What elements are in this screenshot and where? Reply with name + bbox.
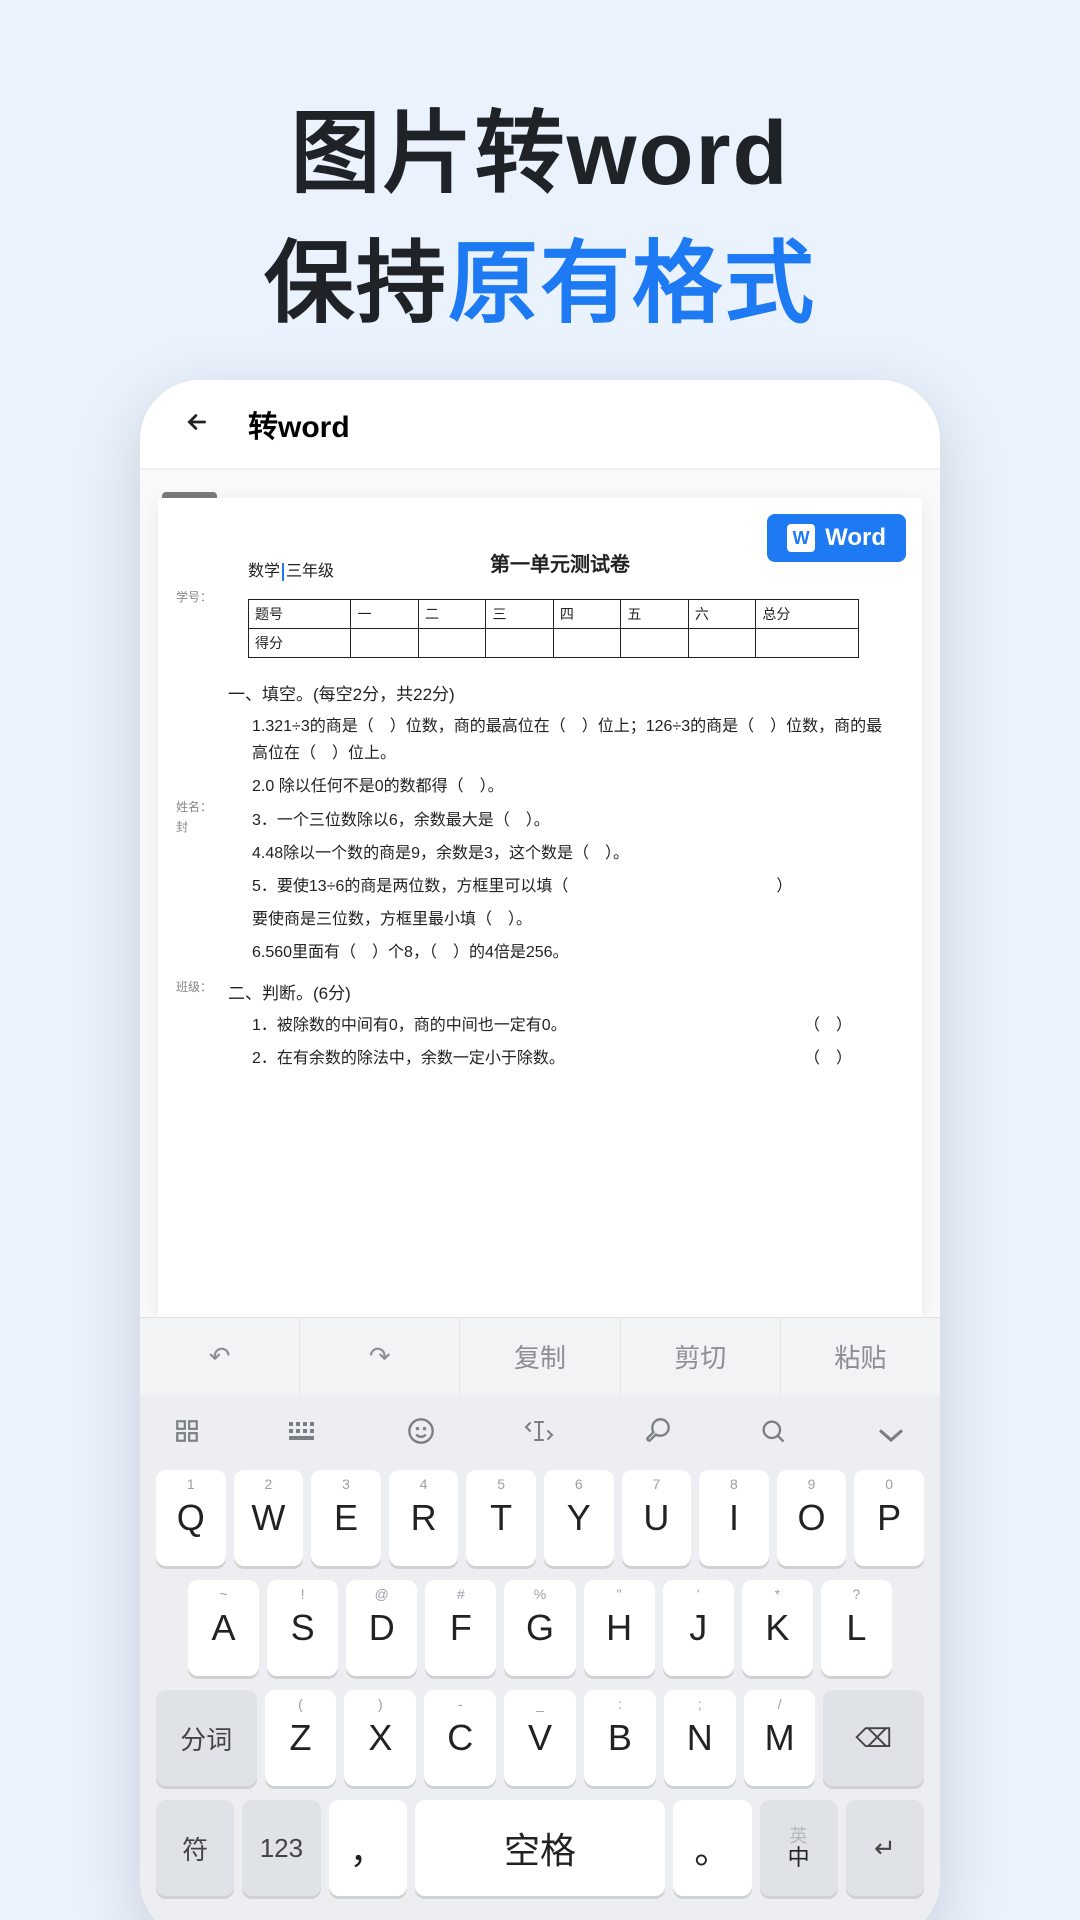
question-line[interactable]: 6.560里面有（ ）个8，（ ）的4倍是256。 xyxy=(252,939,892,966)
question-line[interactable]: 2．在有余数的除法中，余数一定小于除数。（ ） xyxy=(252,1045,892,1072)
keyboard-toolbar xyxy=(148,1405,932,1470)
kb-apps-icon[interactable] xyxy=(174,1418,200,1451)
key-u[interactable]: 7U xyxy=(622,1470,692,1566)
key-e[interactable]: 3E xyxy=(311,1470,381,1566)
question-line[interactable]: 5．要使13÷6的商是两位数，方框里可以填（ ） xyxy=(252,873,892,900)
side-label-class: 班级： xyxy=(176,978,212,995)
side-label-id: 学号： xyxy=(176,588,212,605)
phone-mockup: 转word 1/1 W Word 学号： 姓名： 封 班级： 第一单元测试卷 数… xyxy=(140,380,940,1920)
kb-search-icon[interactable] xyxy=(759,1417,787,1452)
document-area[interactable]: 1/1 W Word 学号： 姓名： 封 班级： 第一单元测试卷 数学三年级 题… xyxy=(140,470,940,1317)
key-d[interactable]: @D xyxy=(346,1580,417,1676)
table-row: 得分 xyxy=(249,629,859,658)
key-z[interactable]: (Z xyxy=(265,1690,337,1786)
kb-collapse-icon[interactable] xyxy=(876,1419,906,1451)
key-o[interactable]: 9O xyxy=(777,1470,847,1566)
hero-line1: 图片转word xyxy=(291,104,790,204)
side-label-name: 姓名： xyxy=(176,798,212,815)
key-f[interactable]: #F xyxy=(425,1580,496,1676)
question-line[interactable]: 2.0 除以任何不是0的数都得（ ）。 xyxy=(252,773,892,800)
key-l[interactable]: ?L xyxy=(821,1580,892,1676)
key-c[interactable]: -C xyxy=(424,1690,496,1786)
kb-layout-icon[interactable] xyxy=(289,1419,319,1451)
key-123[interactable]: 123 xyxy=(242,1800,320,1896)
key-i[interactable]: 8I xyxy=(699,1470,769,1566)
question-line[interactable]: 1．被除数的中间有0，商的中间也一定有0。（ ） xyxy=(252,1012,892,1039)
page-title: 转word xyxy=(248,402,350,446)
table-row: 题号一二三四五六总分 xyxy=(249,600,859,629)
key-v[interactable]: _V xyxy=(504,1690,576,1786)
key-。[interactable]: 。 xyxy=(673,1800,751,1896)
key-，[interactable]: ， xyxy=(329,1800,407,1896)
question-line[interactable]: 1.321÷3的商是（ ）位数，商的最高位在（ ）位上；126÷3的商是（ ）位… xyxy=(252,713,892,767)
undo-button[interactable]: ↶ xyxy=(140,1318,300,1395)
hero-line2b: 原有格式 xyxy=(448,234,816,334)
key-y[interactable]: 6Y xyxy=(544,1470,614,1566)
back-button[interactable] xyxy=(170,397,224,452)
question-line[interactable]: 要使商是三位数，方框里最小填（ ）。 xyxy=(252,906,892,933)
edit-toolbar: ↶ ↷ 复制 剪切 粘贴 xyxy=(140,1317,940,1395)
cut-button[interactable]: 剪切 xyxy=(621,1318,781,1395)
key-g[interactable]: %G xyxy=(504,1580,575,1676)
kb-cursor-icon[interactable] xyxy=(524,1418,554,1451)
key-lang[interactable]: 英中 xyxy=(760,1800,838,1896)
copy-button[interactable]: 复制 xyxy=(460,1318,620,1395)
paste-button[interactable]: 粘贴 xyxy=(781,1318,940,1395)
app-bar: 转word xyxy=(140,380,940,470)
kb-voice-icon[interactable] xyxy=(643,1417,671,1452)
key-w[interactable]: 2W xyxy=(234,1470,304,1566)
key-x[interactable]: )X xyxy=(344,1690,416,1786)
key-j[interactable]: 'J xyxy=(663,1580,734,1676)
question-line[interactable]: 4.48除以一个数的商是9，余数是3，这个数是（ ）。 xyxy=(252,840,892,867)
key-p[interactable]: 0P xyxy=(854,1470,924,1566)
key-q[interactable]: 1Q xyxy=(156,1470,226,1566)
key-backspace[interactable]: ⌫ xyxy=(823,1690,924,1786)
kb-emoji-icon[interactable] xyxy=(407,1417,435,1452)
section-header[interactable]: 二、判断。(6分) xyxy=(228,979,892,1004)
key-enter[interactable]: ↵ xyxy=(846,1800,924,1896)
key-k[interactable]: *K xyxy=(742,1580,813,1676)
key-m[interactable]: /M xyxy=(744,1690,816,1786)
key-n[interactable]: ;N xyxy=(664,1690,736,1786)
word-icon: W xyxy=(787,524,815,552)
export-word-button[interactable]: W Word xyxy=(767,514,906,562)
document-page[interactable]: W Word 学号： 姓名： 封 班级： 第一单元测试卷 数学三年级 题号一二三… xyxy=(158,498,922,1317)
section-header[interactable]: 一、填空。(每空2分，共22分) xyxy=(228,680,892,705)
key-分词[interactable]: 分词 xyxy=(156,1690,257,1786)
key-h[interactable]: "H xyxy=(584,1580,655,1676)
key-r[interactable]: 4R xyxy=(389,1470,459,1566)
key-符[interactable]: 符 xyxy=(156,1800,234,1896)
question-line[interactable]: 3．一个三位数除以6，余数最大是（ ）。 xyxy=(252,807,892,834)
keyboard: 1Q2W3E4R5T6Y7U8I9O0P ~A!S@D#F%G"H'J*K?L … xyxy=(140,1395,940,1920)
score-table[interactable]: 题号一二三四五六总分 得分 xyxy=(248,599,859,658)
key-a[interactable]: ~A xyxy=(188,1580,259,1676)
hero-title: 图片转word 保持原有格式 xyxy=(0,0,1080,380)
key-t[interactable]: 5T xyxy=(466,1470,536,1566)
key-b[interactable]: :B xyxy=(584,1690,656,1786)
text-cursor xyxy=(282,563,284,581)
key-s[interactable]: !S xyxy=(267,1580,338,1676)
side-label-seal: 封 xyxy=(176,818,188,835)
key-space[interactable]: 空格 xyxy=(415,1800,665,1896)
hero-line2a: 保持 xyxy=(264,234,448,334)
redo-button[interactable]: ↷ xyxy=(300,1318,460,1395)
